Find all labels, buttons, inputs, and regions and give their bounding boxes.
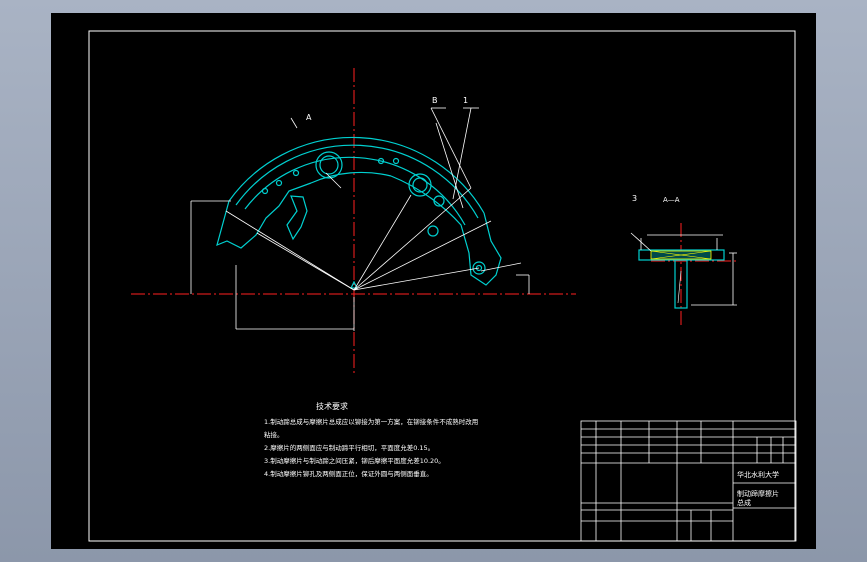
title-school: 华北水利大学 xyxy=(737,470,779,479)
label-b: B xyxy=(432,96,438,105)
title-part-name: 制动蹄摩擦片 xyxy=(737,489,779,498)
note-line: 粘接。 xyxy=(264,430,284,439)
technical-notes: 技术要求 1.制动蹄总成与摩擦片总成应以铆接为第一方案，在铆接条件不成熟时改用 … xyxy=(264,401,478,478)
title-part-sub: 总成 xyxy=(737,498,751,507)
label-a: A xyxy=(306,113,312,122)
drawing-sheet: A B 1 3 A—A 技术要求 1.制动蹄总成与摩擦片总成应以铆接为第一方案，… xyxy=(51,13,816,549)
drawing-canvas: A B 1 3 A—A 技术要求 1.制动蹄总成与摩擦片总成应以铆接为第一方案，… xyxy=(88,30,797,542)
note-line: 1.制动蹄总成与摩擦片总成应以铆接为第一方案，在铆接条件不成熟时改用 xyxy=(264,417,478,426)
label-d: 3 xyxy=(632,194,637,203)
brake-shoe-view xyxy=(216,136,502,289)
section-title: A—A xyxy=(663,196,680,204)
note-line: 3.制动摩擦片与制动蹄之间压紧，铆后摩擦平面度允差10.20。 xyxy=(264,456,445,465)
note-line: 4.制动摩擦片铆孔及两侧面正位，保证外圆与两侧面垂直。 xyxy=(264,469,433,478)
section-a-a-view xyxy=(630,232,737,309)
label-c: 1 xyxy=(463,96,468,105)
note-line: 2.摩擦片的两侧面应与制动蹄平行相切，平面度允差0.15。 xyxy=(264,443,434,452)
notes-heading: 技术要求 xyxy=(316,401,348,411)
leader-lines xyxy=(190,107,530,331)
center-lines xyxy=(131,68,736,375)
title-block xyxy=(580,420,797,542)
